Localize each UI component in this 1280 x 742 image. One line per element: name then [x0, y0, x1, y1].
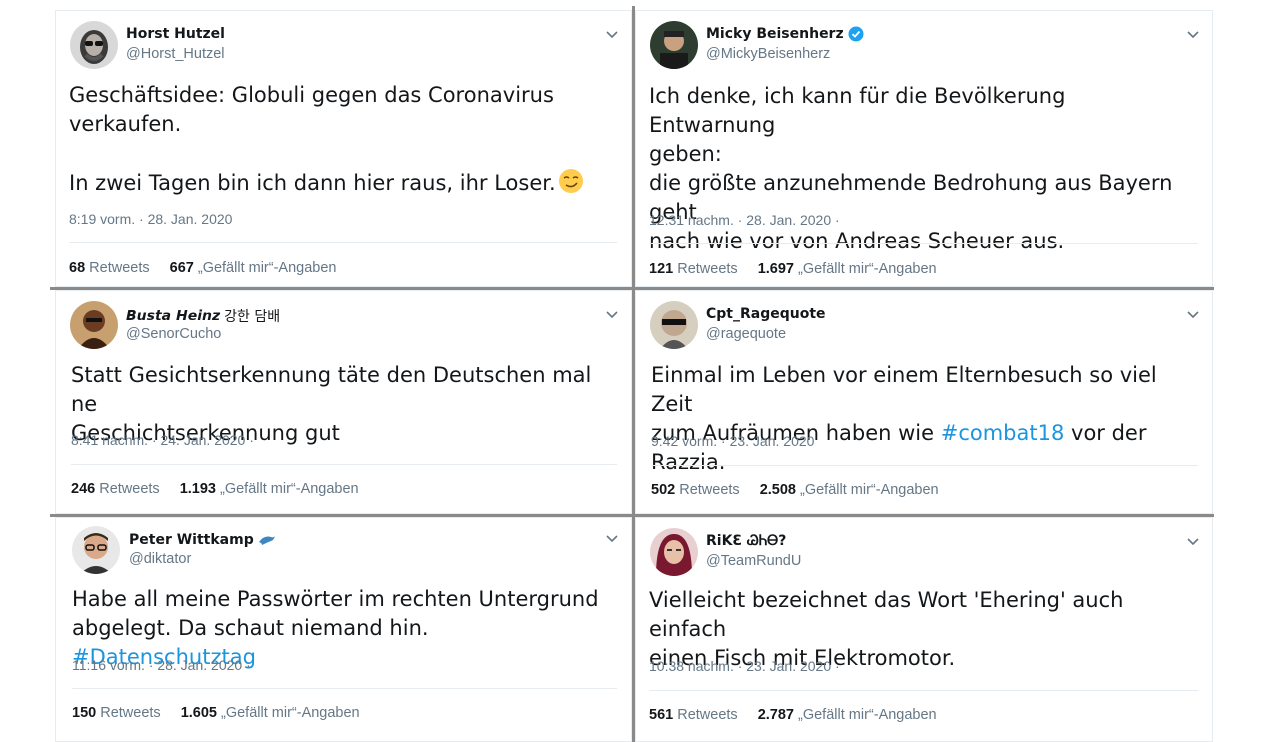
tweet-timestamp[interactable]: 8:19 vorm. · 28. Jan. 2020	[69, 211, 232, 227]
divider	[71, 464, 617, 465]
author-name[interactable]: Horst Hutzel	[126, 26, 225, 42]
author-handle[interactable]: @Horst_Hutzel	[126, 46, 225, 62]
like-count[interactable]: 1.697	[758, 261, 794, 277]
chevron-down-icon[interactable]	[605, 531, 619, 545]
like-count[interactable]: 1.193	[180, 481, 216, 497]
retweet-count[interactable]: 246	[71, 481, 95, 497]
likes-label[interactable]: „Gefällt mir“-Angaben	[198, 260, 337, 276]
tweet-stats: 502 Retweets 2.508 „Gefällt mir“-Angaben	[651, 482, 939, 498]
tweet-card[interactable]: Cpt_Ragequote @ragequote Einmal im Leben…	[635, 290, 1213, 514]
likes-label[interactable]: „Gefällt mir“-Angaben	[221, 705, 360, 721]
retweets-label[interactable]: Retweets	[99, 481, 159, 497]
author-handle[interactable]: @ragequote	[706, 326, 786, 342]
tweet-stats: 150 Retweets 1.605 „Gefällt mir“-Angaben	[72, 705, 360, 721]
tweet-card[interactable]: Peter Wittkamp @diktator Habe all meine …	[55, 517, 632, 742]
divider	[651, 465, 1198, 466]
tweet-stats: 246 Retweets 1.193 „Gefällt mir“-Angaben	[71, 481, 359, 497]
likes-label[interactable]: „Gefällt mir“-Angaben	[220, 481, 359, 497]
author-name[interactable]: 𝘽𝙪𝙨𝙩𝙖 𝙃𝙚𝙞𝙣𝙯 강한 담배	[126, 306, 280, 326]
tweet-text: Geschäftsidee: Globuli gegen das Coronav…	[69, 81, 617, 198]
tweet-card[interactable]: RiKƐ ᏊᏂᎾ? @TeamRundU Vielleicht bezeichn…	[635, 517, 1213, 742]
tweet-stats: 561 Retweets 2.787 „Gefällt mir“-Angaben	[649, 707, 937, 723]
tweet-timestamp[interactable]: 12:31 nachm. · 28. Jan. 2020 ·	[649, 212, 840, 228]
author-handle[interactable]: @MickyBeisenherz	[706, 46, 830, 62]
hashtag-link[interactable]: #combat18	[941, 421, 1065, 445]
dolphin-emoji-icon	[258, 536, 275, 545]
divider	[649, 690, 1198, 691]
author-name[interactable]: Micky Beisenherz	[706, 26, 864, 42]
author-handle[interactable]: @diktator	[129, 551, 191, 567]
tweet-card[interactable]: Horst Hutzel @Horst_Hutzel Geschäftsidee…	[55, 10, 632, 287]
avatar[interactable]	[650, 21, 698, 69]
retweet-count[interactable]: 561	[649, 707, 673, 723]
likes-label[interactable]: „Gefällt mir“-Angaben	[798, 261, 937, 277]
author-name[interactable]: RiKƐ ᏊᏂᎾ?	[706, 533, 786, 549]
chevron-down-icon[interactable]	[605, 307, 619, 321]
retweets-label[interactable]: Retweets	[679, 482, 739, 498]
divider	[649, 243, 1198, 244]
chevron-down-icon[interactable]	[1186, 534, 1200, 548]
retweets-label[interactable]: Retweets	[100, 705, 160, 721]
author-name-extra: 강한 담배	[224, 309, 281, 325]
avatar[interactable]	[650, 301, 698, 349]
tweet-timestamp[interactable]: 11:16 vorm. · 28. Jan. 2020 ·	[72, 657, 251, 673]
tweet-stats: 68 Retweets 667 „Gefällt mir“-Angaben	[69, 260, 336, 276]
divider	[69, 242, 617, 243]
like-count[interactable]: 2.508	[760, 482, 796, 498]
chevron-down-icon[interactable]	[1186, 27, 1200, 41]
retweet-count[interactable]: 68	[69, 260, 85, 276]
retweets-label[interactable]: Retweets	[89, 260, 149, 276]
chevron-down-icon[interactable]	[1186, 307, 1200, 321]
author-name[interactable]: Peter Wittkamp	[129, 532, 276, 548]
tweet-card[interactable]: Micky Beisenherz @MickyBeisenherz Ich de…	[635, 10, 1213, 287]
likes-label[interactable]: „Gefällt mir“-Angaben	[800, 482, 939, 498]
smirk-emoji-icon	[558, 169, 583, 193]
tweet-timestamp[interactable]: 9:42 vorm. · 23. Jan. 2020	[651, 433, 814, 449]
tweet-timestamp[interactable]: 10:38 nachm. · 23. Jan. 2020 ·	[649, 658, 840, 674]
tweet-card[interactable]: 𝘽𝙪𝙨𝙩𝙖 𝙃𝙚𝙞𝙣𝙯 강한 담배 @SenorCucho Statt Gesic…	[55, 290, 632, 514]
retweet-count[interactable]: 502	[651, 482, 675, 498]
divider	[72, 688, 617, 689]
tweet-text: Ich denke, ich kann für die Bevölkerung …	[649, 84, 1173, 253]
tweet-timestamp[interactable]: 8:41 nachm. · 24. Jan. 2020 ·	[71, 432, 254, 448]
retweet-count[interactable]: 150	[72, 705, 96, 721]
author-handle[interactable]: @SenorCucho	[126, 326, 221, 342]
like-count[interactable]: 2.787	[758, 707, 794, 723]
retweets-label[interactable]: Retweets	[677, 261, 737, 277]
like-count[interactable]: 1.605	[181, 705, 217, 721]
avatar[interactable]	[650, 528, 698, 576]
retweets-label[interactable]: Retweets	[677, 707, 737, 723]
chevron-down-icon[interactable]	[605, 27, 619, 41]
avatar[interactable]	[72, 526, 120, 574]
author-name[interactable]: Cpt_Ragequote	[706, 306, 826, 322]
retweet-count[interactable]: 121	[649, 261, 673, 277]
tweet-stats: 121 Retweets 1.697 „Gefällt mir“-Angaben	[649, 261, 937, 277]
tweet-text: Einmal im Leben vor einem Elternbesuch s…	[651, 363, 1157, 474]
avatar[interactable]	[70, 301, 118, 349]
like-count[interactable]: 667	[170, 260, 194, 276]
likes-label[interactable]: „Gefällt mir“-Angaben	[798, 707, 937, 723]
avatar[interactable]	[70, 21, 118, 69]
author-handle[interactable]: @TeamRundU	[706, 553, 801, 569]
verified-badge-icon	[848, 26, 864, 42]
